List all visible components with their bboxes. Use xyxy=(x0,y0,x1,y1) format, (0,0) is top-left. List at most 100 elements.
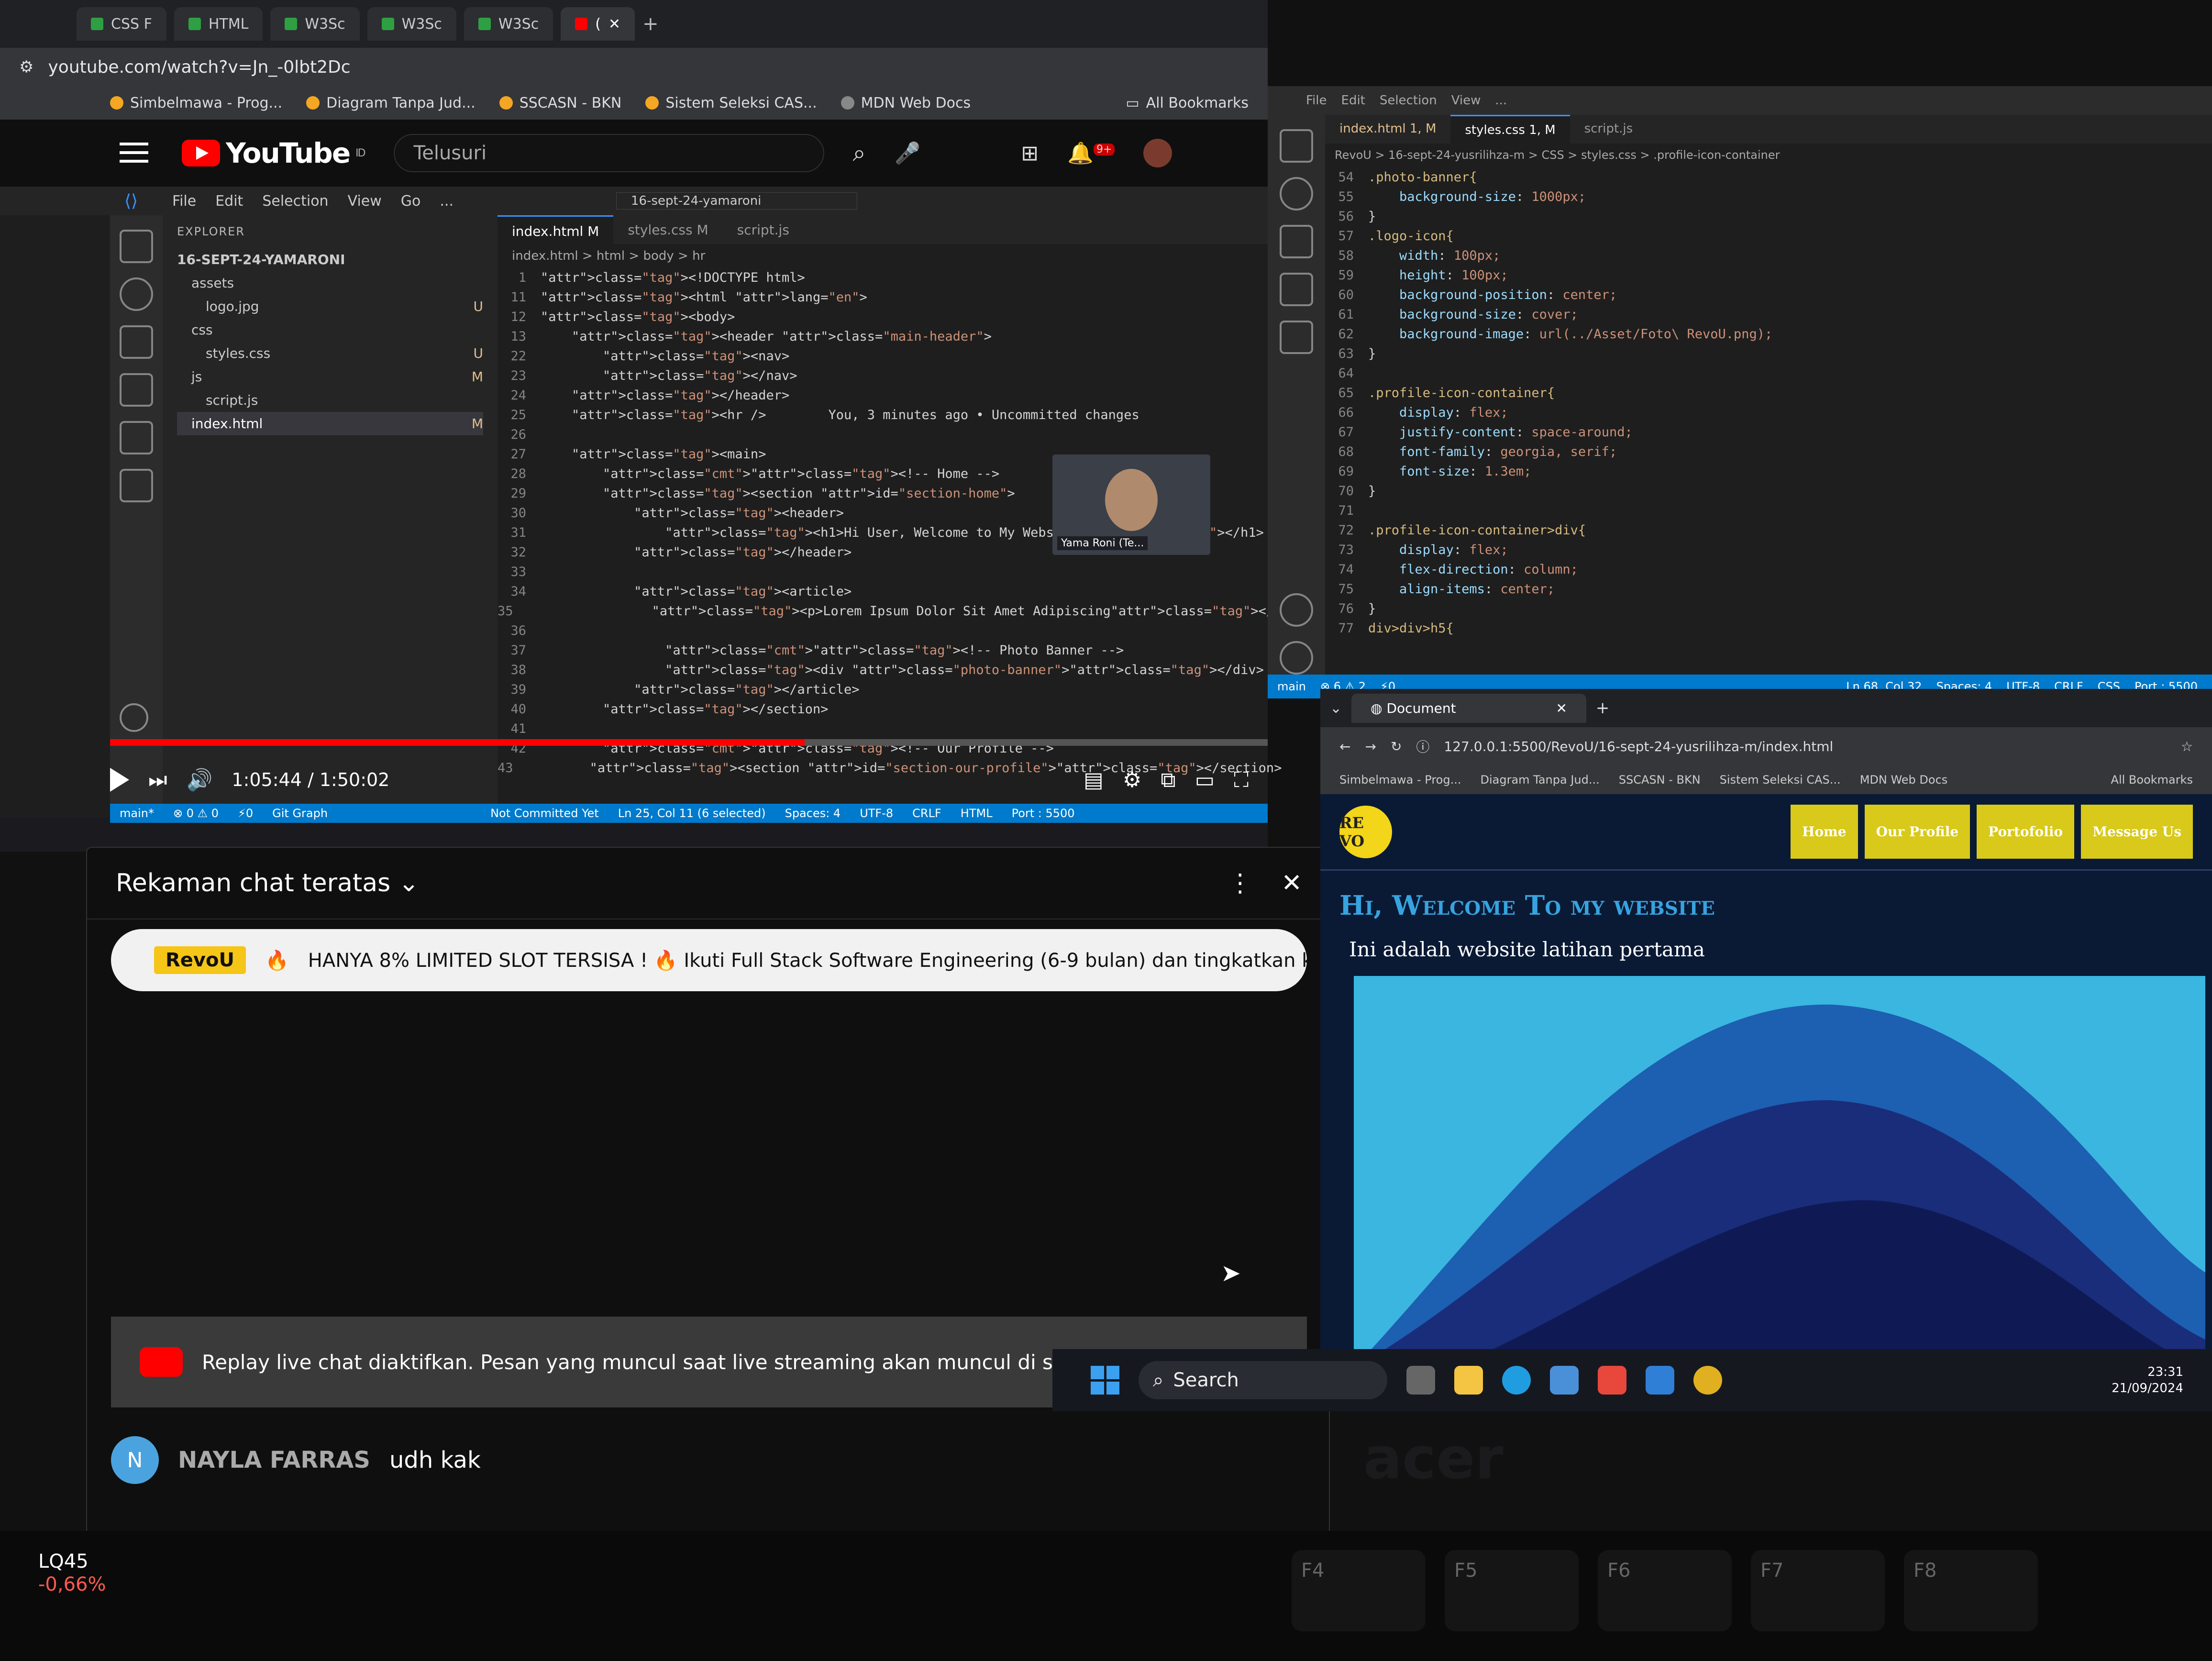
live-server-port[interactable]: Port : 5500 xyxy=(1012,807,1075,820)
source-control-icon[interactable] xyxy=(1280,225,1313,258)
language-mode[interactable]: HTML xyxy=(961,807,993,820)
youtube-search-input[interactable]: Telusuri xyxy=(393,134,824,172)
youtube-logo[interactable]: YouTube ID xyxy=(182,137,366,169)
theater-icon[interactable]: ▭ xyxy=(1195,768,1215,792)
tree-file[interactable]: script.js xyxy=(177,388,483,412)
close-icon[interactable]: ✕ xyxy=(1556,700,1567,716)
site-logo[interactable]: RE VO xyxy=(1339,805,1392,858)
close-icon[interactable]: ✕ xyxy=(608,16,620,33)
menu-file[interactable]: File xyxy=(1306,93,1327,108)
create-icon[interactable]: ⊞ xyxy=(1021,141,1039,166)
reload-icon[interactable]: ↻ xyxy=(1391,739,1402,754)
tree-folder[interactable]: assets xyxy=(177,271,483,295)
tree-folder[interactable]: 16-SEPT-24-YAMARONI xyxy=(177,248,483,271)
office-icon[interactable] xyxy=(1598,1366,1626,1395)
all-bookmarks-button[interactable]: All Bookmarks xyxy=(2111,773,2193,786)
browser-tab[interactable]: HTML xyxy=(174,7,263,41)
more-options-icon[interactable]: ⋮ xyxy=(1228,869,1252,897)
volume-icon[interactable]: 🔊 xyxy=(187,767,213,792)
video-player[interactable]: ⟨⟩ File Edit Selection View Go ... 16-se… xyxy=(0,187,1290,964)
tree-file[interactable]: logo.jpg U xyxy=(177,295,483,318)
search-icon[interactable] xyxy=(1280,177,1313,210)
video-progress-bar[interactable] xyxy=(110,739,1268,746)
subtitles-icon[interactable]: ▤ xyxy=(1084,768,1104,792)
extensions-icon[interactable] xyxy=(120,421,153,454)
browser-tab-active[interactable]: ◍ Document ✕ xyxy=(1351,693,1586,723)
nav-message-us[interactable]: Message Us xyxy=(2081,805,2193,859)
notifications-icon[interactable]: 🔔 9+ xyxy=(1067,141,1115,166)
forward-icon[interactable]: → xyxy=(1365,739,1376,754)
bookmark-item[interactable]: MDN Web Docs xyxy=(1860,773,1948,786)
css-code-lines[interactable]: 54 .photo-banner{55 background-size: 1000… xyxy=(1325,167,1772,638)
editor-tab-script-js[interactable]: script.js xyxy=(1570,115,1648,144)
site-info-icon[interactable]: ⓘ xyxy=(1416,737,1429,756)
pinned-message[interactable]: RevoU 🔥 HANYA 8% LIMITED SLOT TERSISA ! … xyxy=(111,929,1307,991)
edge-icon[interactable] xyxy=(1502,1366,1531,1395)
bookmark-item[interactable]: MDN Web Docs xyxy=(841,95,971,111)
ports-count[interactable]: ⚡0 xyxy=(238,807,253,820)
run-debug-icon[interactable] xyxy=(1280,273,1313,306)
play-icon[interactable] xyxy=(110,768,129,792)
stock-widget[interactable]: LQ45 -0,66% xyxy=(38,1550,106,1596)
system-clock[interactable]: 23:31 21/09/2024 xyxy=(2112,1364,2183,1396)
miniplayer-icon[interactable]: ⧉ xyxy=(1161,768,1175,792)
explorer-icon[interactable] xyxy=(1280,129,1313,163)
tree-folder[interactable]: css xyxy=(177,318,483,342)
menu-more[interactable]: ... xyxy=(1495,93,1507,108)
avatar[interactable] xyxy=(1143,139,1172,167)
windows-start-icon[interactable] xyxy=(1091,1366,1119,1395)
menu-view[interactable]: View xyxy=(1451,93,1481,108)
taskbar-search[interactable]: ⌕ Search xyxy=(1139,1361,1387,1399)
bookmark-item[interactable]: Diagram Tanpa Jud... xyxy=(306,95,476,111)
nav-home[interactable]: Home xyxy=(1791,805,1858,859)
all-bookmarks-button[interactable]: ▭ All Bookmarks xyxy=(1126,95,1249,111)
close-icon[interactable]: ✕ xyxy=(1281,869,1302,897)
back-icon[interactable]: ← xyxy=(1339,739,1350,754)
tree-file-selected[interactable]: index.html M xyxy=(177,412,483,435)
editor-tab-index-html[interactable]: index.html M xyxy=(498,215,614,244)
menu-selection[interactable]: Selection xyxy=(1380,93,1437,108)
browser-tab[interactable]: W3Sc xyxy=(367,7,456,41)
search-icon[interactable] xyxy=(120,277,153,311)
menu-more[interactable]: ... xyxy=(440,193,453,210)
line-ending[interactable]: CRLF xyxy=(912,807,941,820)
new-tab-button[interactable]: + xyxy=(642,13,659,35)
bookmark-item[interactable]: Sistem Seleksi CAS... xyxy=(1720,773,1841,786)
menu-view[interactable]: View xyxy=(348,193,382,210)
gear-icon[interactable] xyxy=(1280,641,1313,675)
fullscreen-icon[interactable]: ⛶ xyxy=(1234,768,1249,792)
browser-tab[interactable]: W3Sc xyxy=(270,7,360,41)
editor-tab-index-html[interactable]: index.html 1, M xyxy=(1325,115,1450,144)
chrome-icon[interactable] xyxy=(1693,1366,1722,1395)
menu-selection[interactable]: Selection xyxy=(262,193,328,210)
source-control-icon[interactable] xyxy=(120,325,153,359)
bookmark-item[interactable]: Simbelmawa - Prog... xyxy=(110,95,282,111)
bookmark-item[interactable]: SSCASN - BKN xyxy=(1619,773,1701,786)
menu-edit[interactable]: Edit xyxy=(1341,93,1365,108)
encoding[interactable]: UTF-8 xyxy=(860,807,893,820)
editor-tab-styles-css[interactable]: styles.css M xyxy=(613,215,722,244)
address-bar[interactable]: ← → ↻ ⓘ 127.0.0.1:5500/RevoU/16-sept-24-… xyxy=(1320,727,2212,765)
vscode-icon[interactable] xyxy=(1646,1366,1674,1395)
store-icon[interactable] xyxy=(1550,1366,1579,1395)
bookmark-item[interactable]: Diagram Tanpa Jud... xyxy=(1480,773,1599,786)
cursor-position[interactable]: Ln 25, Col 11 (6 selected) xyxy=(618,807,766,820)
menu-edit[interactable]: Edit xyxy=(215,193,243,210)
editor-tab-styles-css[interactable]: styles.css 1, M xyxy=(1450,115,1570,144)
tree-file[interactable]: styles.css U xyxy=(177,342,483,365)
indentation[interactable]: Spaces: 4 xyxy=(785,807,841,820)
git-branch[interactable]: main* xyxy=(120,807,154,820)
tab-search-icon[interactable]: ⌄ xyxy=(1330,700,1342,717)
menu-file[interactable]: File xyxy=(172,193,196,210)
bookmark-star-icon[interactable]: ☆ xyxy=(2181,739,2193,754)
address-bar[interactable]: ⚙ youtube.com/watch?v=Jn_-0lbt2Dc xyxy=(0,48,1268,86)
nav-portofolio[interactable]: Portofolio xyxy=(1977,805,2075,859)
next-icon[interactable]: ⏭ xyxy=(148,768,167,792)
chat-mode-dropdown[interactable]: Rekaman chat teratas ⌄ xyxy=(116,869,419,897)
nav-our-profile[interactable]: Our Profile xyxy=(1864,805,1970,859)
editor-tab-script-js[interactable]: script.js xyxy=(723,215,804,244)
git-graph[interactable]: Git Graph xyxy=(272,807,328,820)
browser-tab-active[interactable]: (✕ xyxy=(561,7,635,41)
bookmark-item[interactable]: Simbelmawa - Prog... xyxy=(1339,773,1461,786)
menu-icon[interactable] xyxy=(120,151,148,154)
